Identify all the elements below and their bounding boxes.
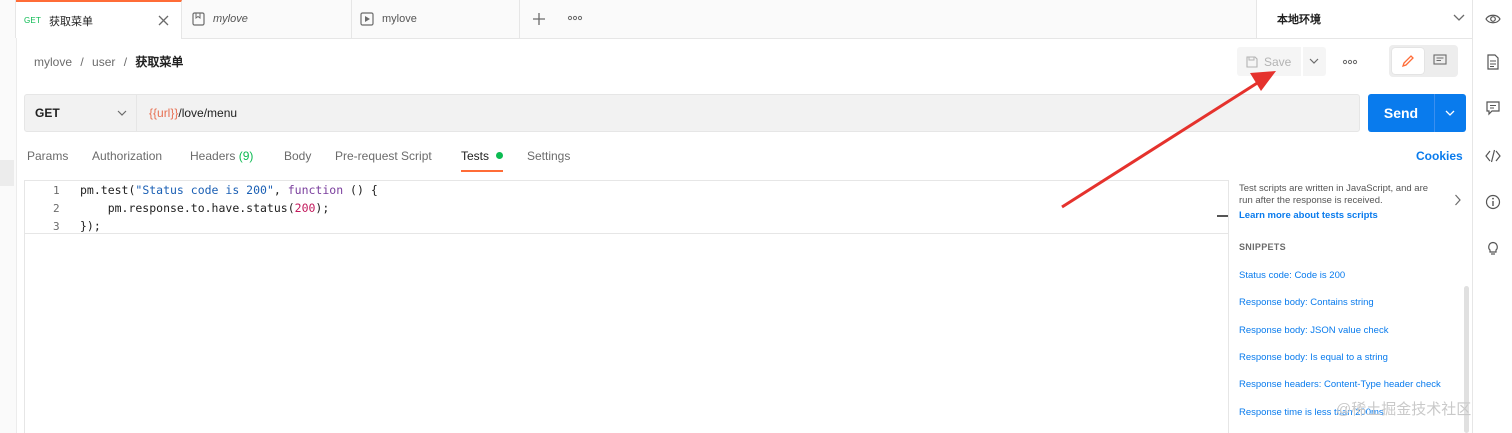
watermark: @稀土掘金技术社区 <box>1336 401 1472 418</box>
annotation-arrow <box>1061 71 1276 209</box>
